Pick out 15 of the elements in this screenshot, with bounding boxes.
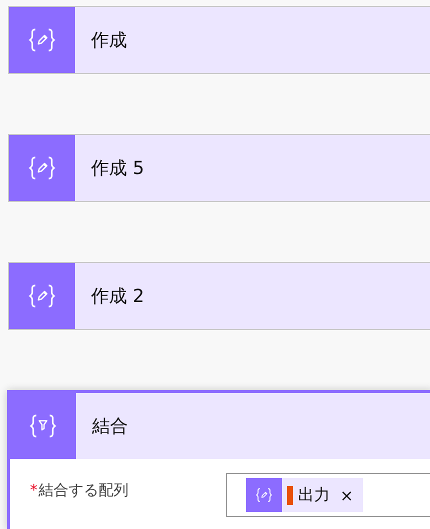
action-card[interactable]: 作成 (8, 6, 430, 74)
action-title: 作成 2 (91, 285, 144, 308)
token-label: 出力 (298, 484, 330, 506)
remove-button[interactable]: × (340, 486, 354, 504)
action-title: 結合 (92, 415, 128, 438)
action-title: 作成 (91, 29, 127, 52)
marker-bar (287, 486, 293, 504)
required-mark: * (30, 481, 38, 500)
dynamic-content-token[interactable]: 出力 × (246, 478, 364, 512)
input-field[interactable]: 出力 × (226, 473, 430, 517)
action-title: 作成 5 (91, 157, 144, 180)
action-card[interactable]: 作成 5 (8, 134, 430, 202)
field-label: 結合する配列 (38, 481, 128, 500)
action-card[interactable]: 作成 2 (8, 262, 430, 330)
action-card[interactable]: 結合 *結合する配列 出力 × (7, 390, 430, 529)
